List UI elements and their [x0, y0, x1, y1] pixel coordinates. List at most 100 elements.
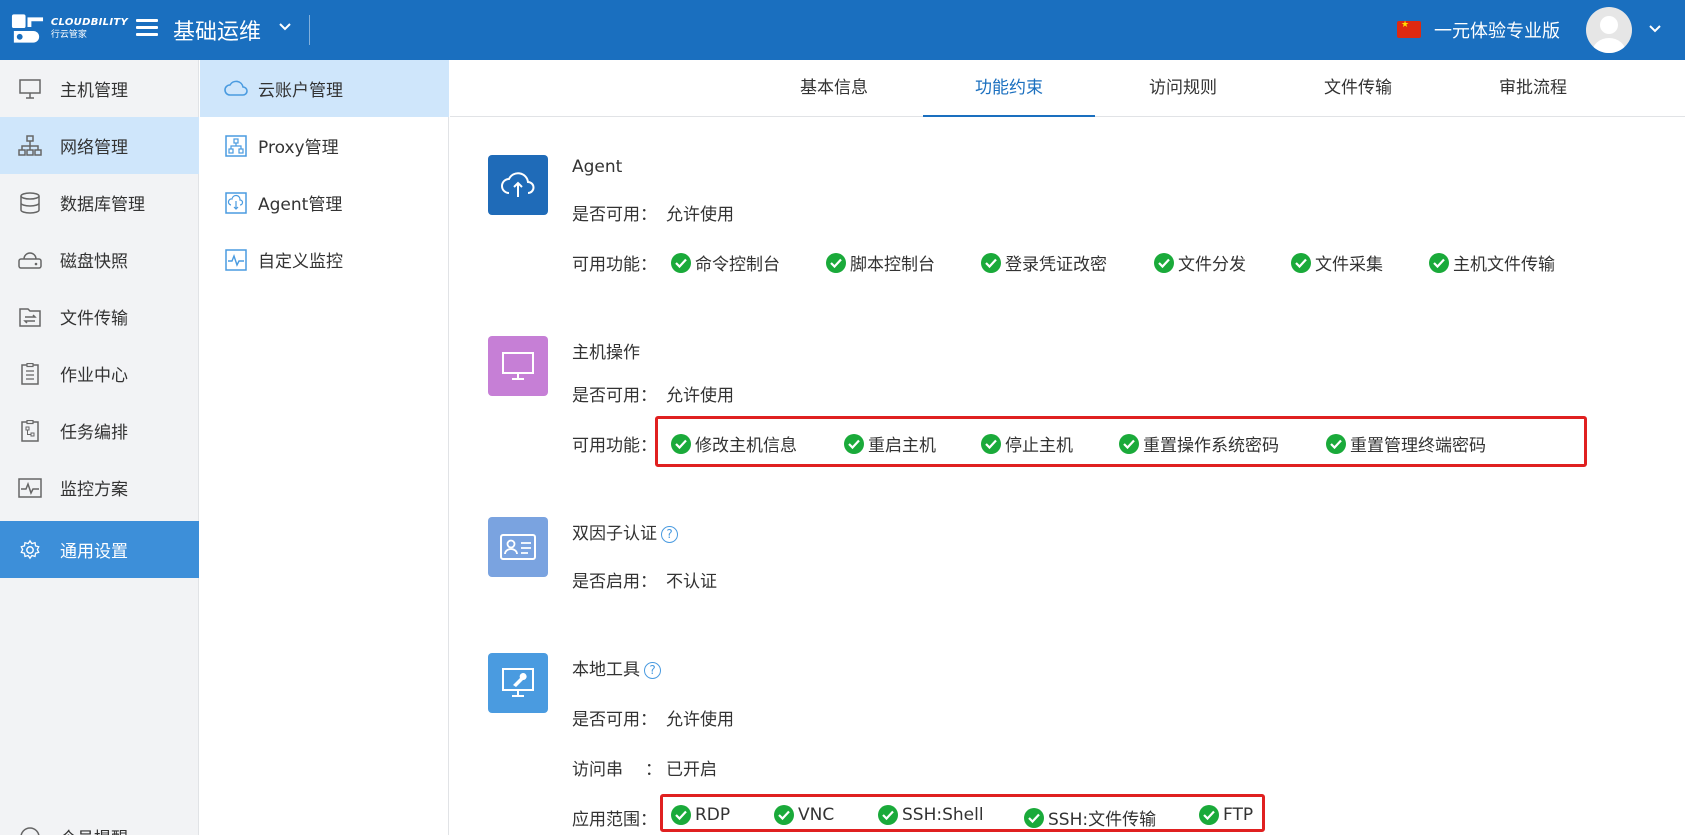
agent-feature-item: 主机文件传输 — [1429, 250, 1555, 275]
scope-item: SSH:Shell — [878, 805, 984, 825]
id-card-icon — [500, 534, 536, 560]
sidebar-item-task-orchestration[interactable]: 任务编排 — [0, 402, 199, 459]
monitor-icon — [502, 352, 534, 380]
agent-feature-label: 主机文件传输 — [1453, 255, 1555, 275]
two-factor-enabled-label: 是否启用： — [572, 572, 657, 592]
tab-file-transfer[interactable]: 文件传输 — [1272, 60, 1444, 117]
sidebar-item-host[interactable]: 主机管理 — [0, 60, 199, 117]
sidebar-item-monitoring[interactable]: 监控方案 — [0, 459, 199, 516]
task-flow-icon — [21, 420, 39, 442]
sidebar-item-label: 网络管理 — [60, 138, 128, 158]
sidebar-item-label: 数据库管理 — [60, 195, 145, 215]
tab-approval-flow[interactable]: 审批流程 — [1447, 60, 1619, 117]
two-factor-enabled-value: 不认证 — [666, 572, 717, 592]
host-ops-feature-label: 重置操作系统密码 — [1143, 436, 1279, 456]
hamburger-menu-icon[interactable] — [136, 19, 158, 39]
check-circle-icon — [1154, 252, 1174, 273]
host-ops-feature-item: 重启主机 — [844, 431, 936, 456]
user-avatar[interactable] — [1586, 7, 1632, 53]
chevron-down-icon[interactable] — [278, 20, 292, 34]
database-icon — [20, 192, 40, 214]
edition-label[interactable]: 一元体验专业版 — [1434, 17, 1560, 43]
bell-icon — [20, 827, 40, 835]
sidebar-item-disk-snapshot[interactable]: 磁盘快照 — [0, 231, 199, 288]
local-tools-title-text: 本地工具 — [572, 660, 640, 680]
scope-item: VNC — [774, 805, 834, 825]
sidebar-item-job-center[interactable]: 作业中心 — [0, 345, 199, 402]
disk-icon — [18, 252, 42, 269]
file-transfer-icon — [19, 308, 41, 327]
host-ops-enabled-label: 是否可用： — [572, 386, 657, 406]
tab-feature-constraints[interactable]: 功能约束 — [923, 60, 1095, 117]
agent-feature-item: 文件采集 — [1291, 250, 1383, 275]
monitor-wrench-icon — [502, 668, 534, 697]
tab-access-rules[interactable]: 访问规则 — [1097, 60, 1269, 117]
primary-sidebar: 主机管理 网络管理 数据库管理 磁盘快照 文件传输 作业中心 任务编排 监控方案… — [0, 60, 199, 835]
sidebar-item-general-settings[interactable]: 通用设置 — [0, 521, 199, 578]
cloud-icon — [224, 80, 248, 96]
network-icon — [18, 135, 42, 156]
check-circle-icon — [774, 805, 794, 825]
subnav-item-custom-monitor[interactable]: 自定义监控 — [200, 231, 449, 288]
sidebar-item-network[interactable]: 网络管理 — [0, 117, 199, 174]
check-circle-icon — [1199, 805, 1219, 825]
custom-monitor-icon — [225, 249, 247, 271]
subnav-item-agent[interactable]: Agent管理 — [200, 174, 449, 231]
help-icon[interactable]: ? — [644, 662, 661, 679]
monitor-icon — [19, 79, 41, 99]
agent-feature-label: 文件分发 — [1178, 255, 1246, 275]
scope-item: RDP — [671, 805, 730, 825]
china-flag-icon — [1397, 20, 1421, 38]
subnav-item-label: 云账户管理 — [258, 81, 343, 101]
sidebar-item-label: 通用设置 — [60, 542, 128, 562]
sidebar-item-label: 磁盘快照 — [60, 252, 128, 272]
agent-feature-label: 命令控制台 — [695, 255, 780, 275]
sidebar-item-partial[interactable]: 个员提醒 — [0, 818, 199, 835]
check-circle-icon — [671, 252, 691, 273]
header-divider — [309, 15, 310, 45]
user-menu-chevron-icon[interactable] — [1648, 22, 1662, 36]
sidebar-item-database[interactable]: 数据库管理 — [0, 174, 199, 231]
local-tools-access-label: 访问串 — [572, 760, 623, 780]
host-ops-feature-label: 修改主机信息 — [695, 436, 797, 456]
scope-item: SSH:文件传输 — [1024, 805, 1156, 830]
logo-wordmark: CLOUDBILITY — [50, 17, 128, 28]
host-ops-feature-label: 停止主机 — [1005, 436, 1073, 456]
subnav-item-label: 自定义监控 — [258, 252, 343, 272]
sidebar-item-label: 任务编排 — [60, 423, 128, 443]
sidebar-item-file-transfer[interactable]: 文件传输 — [0, 288, 199, 345]
scope-item-label: FTP — [1223, 805, 1254, 825]
check-circle-icon — [1429, 252, 1449, 273]
check-circle-icon — [671, 433, 691, 454]
check-circle-icon — [981, 252, 1001, 273]
check-circle-icon — [981, 433, 1001, 454]
host-ops-feature-item: 修改主机信息 — [671, 431, 797, 456]
brand-logo[interactable]: CLOUDBILITY 行云管家 — [10, 10, 128, 48]
check-circle-icon — [1291, 252, 1311, 273]
two-factor-section-title: 双因子认证? — [572, 519, 678, 544]
agent-features-label: 可用功能： — [572, 255, 657, 275]
host-ops-features-label: 可用功能： — [572, 436, 657, 456]
agent-feature-item: 命令控制台 — [671, 250, 780, 275]
pulse-icon — [18, 478, 42, 498]
agent-feature-item: 脚本控制台 — [826, 250, 935, 275]
scope-item-label: RDP — [695, 805, 731, 825]
host-ops-feature-item: 重置操作系统密码 — [1119, 431, 1279, 456]
tab-basic-info[interactable]: 基本信息 — [748, 60, 920, 117]
help-icon[interactable]: ? — [661, 526, 678, 543]
agent-section-title: Agent — [572, 157, 623, 177]
subnav-item-proxy[interactable]: Proxy管理 — [200, 117, 449, 174]
sidebar-item-label: 个员提醒 — [60, 824, 128, 835]
local-tools-scope-label: 应用范围： — [572, 810, 657, 830]
host-ops-section-icon — [488, 336, 548, 396]
subnav-item-cloud-account[interactable]: 云账户管理 — [200, 60, 449, 117]
scope-item-label: SSH:文件传输 — [1048, 810, 1157, 830]
scope-item: FTP — [1199, 805, 1253, 825]
app-title: 基础运维 — [173, 20, 262, 45]
top-header: CLOUDBILITY 行云管家 基础运维 一元体验专业版 — [0, 0, 1685, 60]
agent-feature-item: 文件分发 — [1154, 250, 1246, 275]
cloud-upload-icon — [501, 172, 535, 197]
host-ops-section-title: 主机操作 — [572, 343, 640, 363]
check-circle-icon — [878, 805, 898, 825]
check-circle-icon — [1119, 433, 1139, 454]
